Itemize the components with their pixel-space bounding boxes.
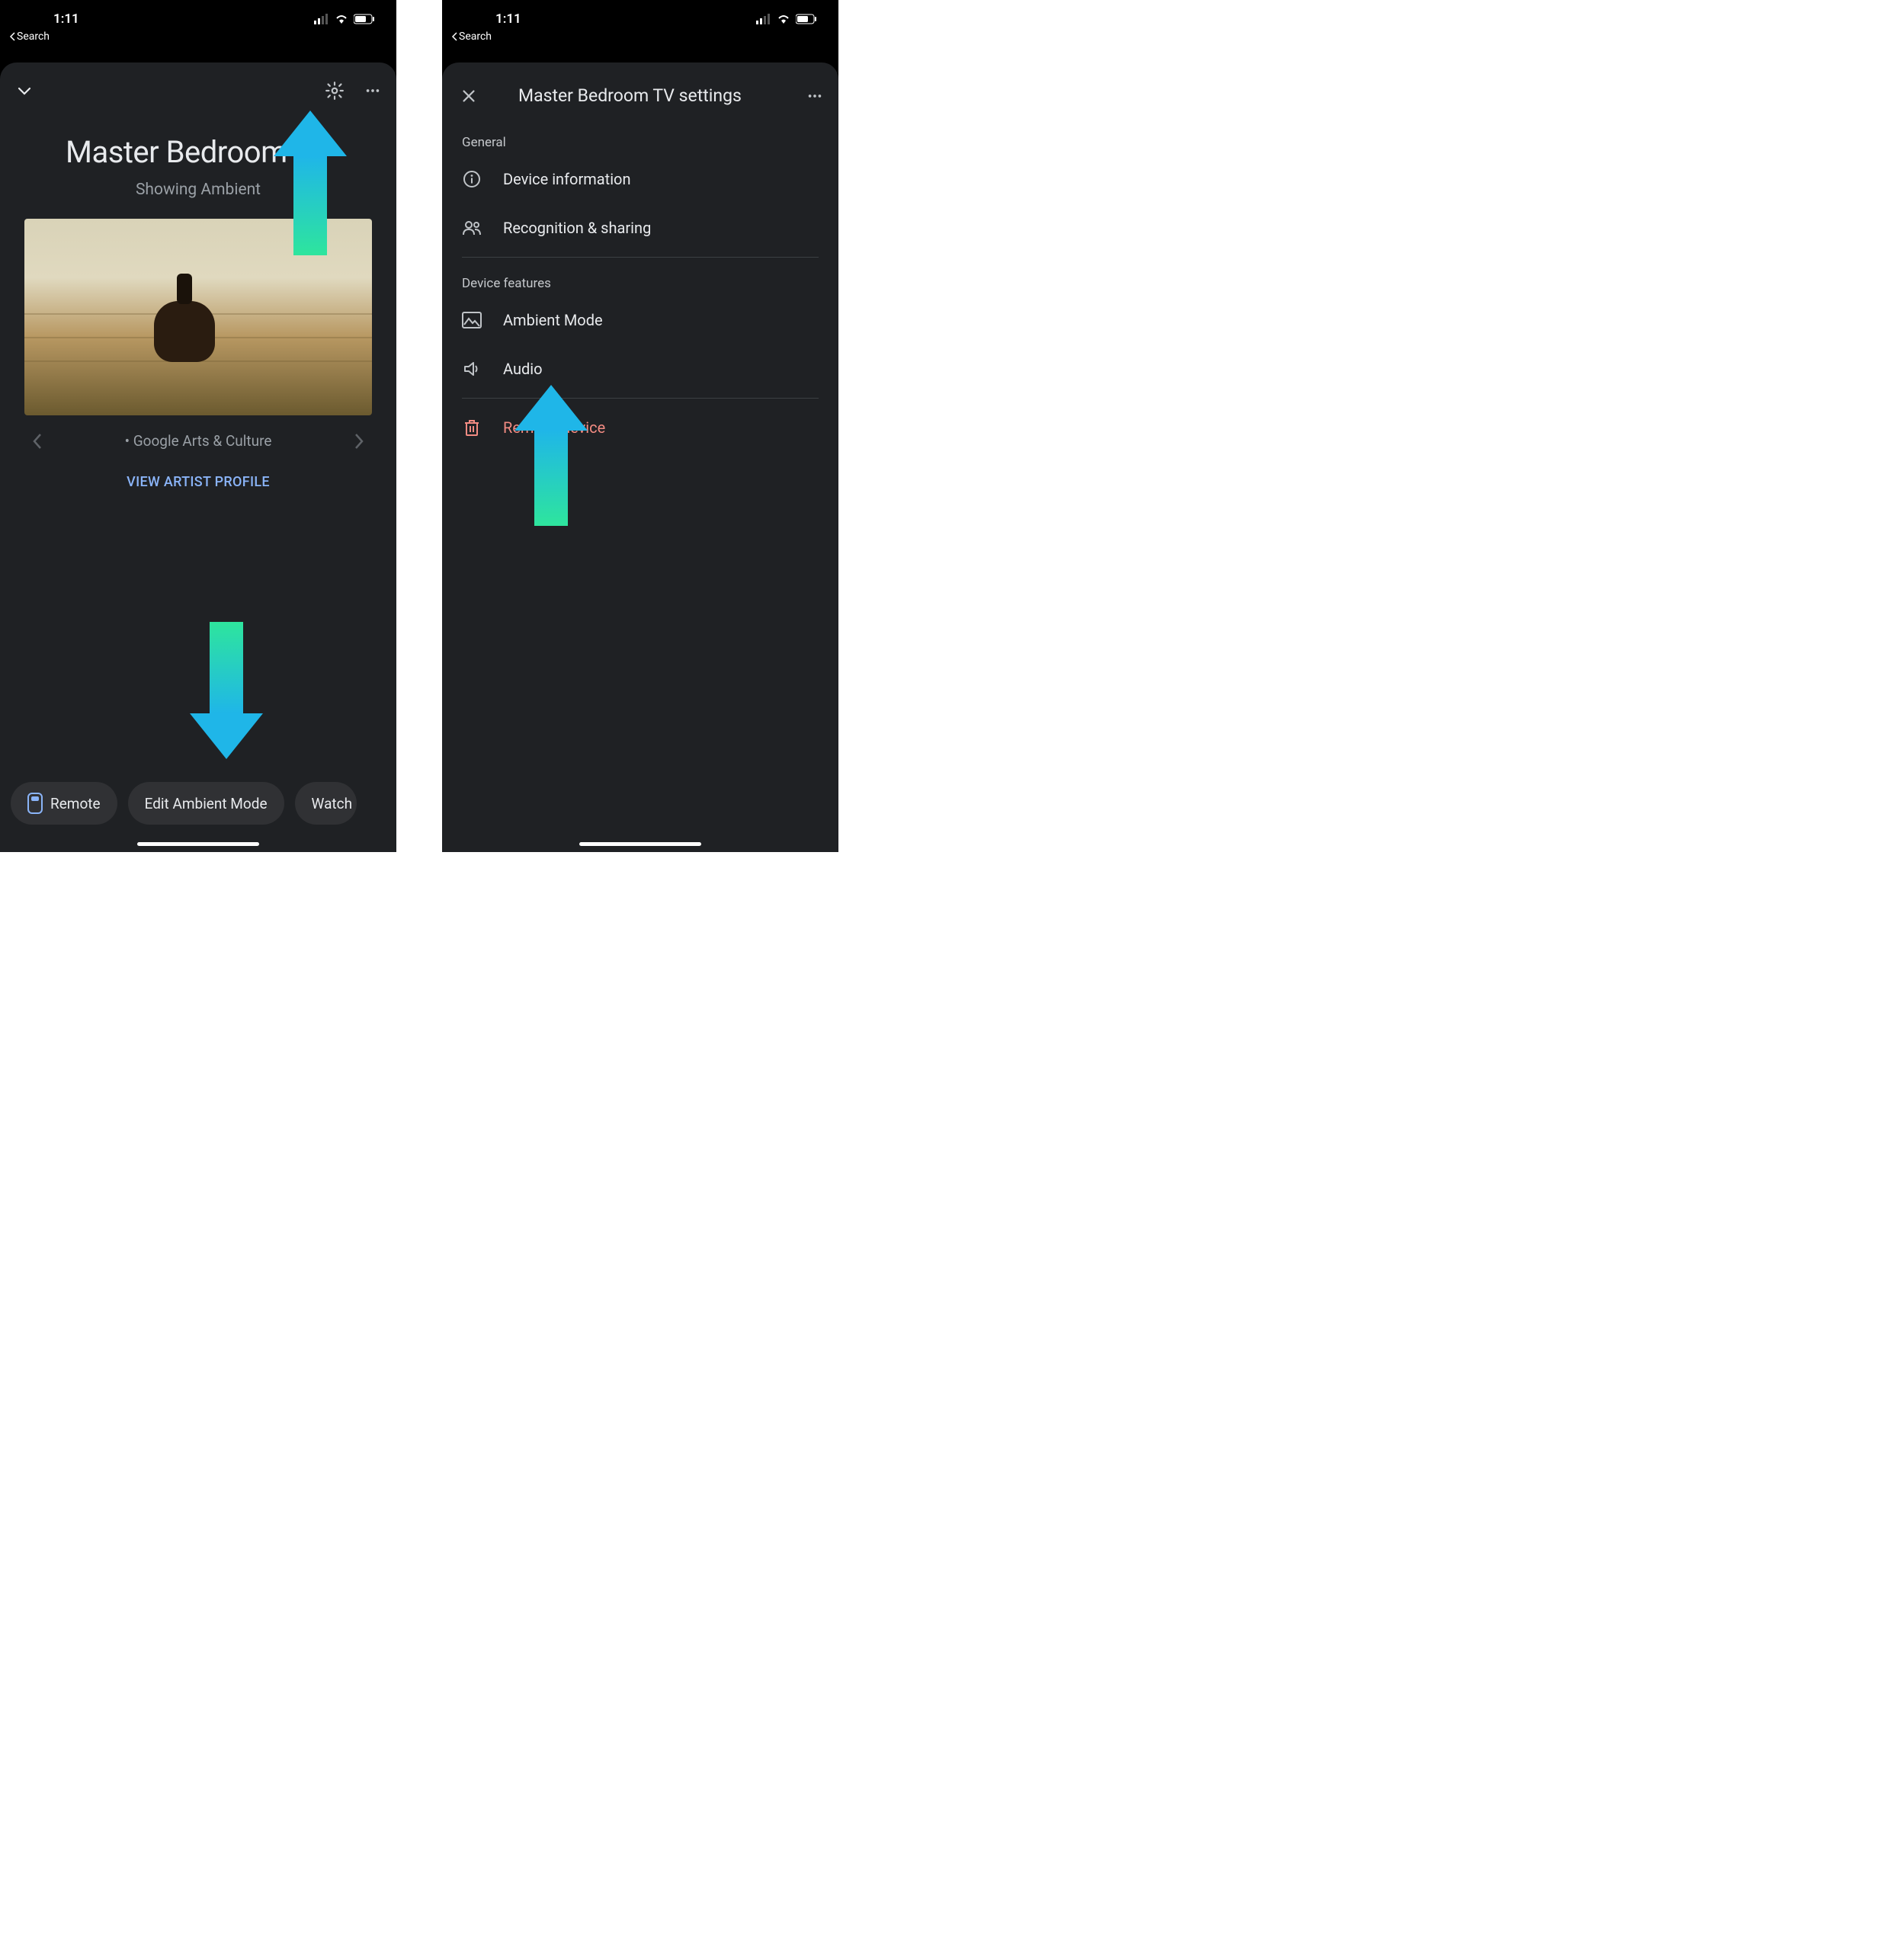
remote-chip-label: Remote [50, 795, 101, 812]
overflow-button[interactable] [806, 88, 823, 104]
settings-item-device-info[interactable]: Device information [442, 155, 838, 203]
settings-item-audio[interactable]: Audio [442, 344, 838, 393]
status-bar: 1:11 [442, 0, 838, 38]
back-label: Search [17, 30, 50, 43]
carousel-row: • Google Arts & Culture [0, 415, 396, 450]
section-features: Device features [442, 262, 838, 296]
cellular-icon [314, 14, 329, 24]
wifi-icon [334, 14, 349, 24]
more-horizontal-icon [364, 82, 381, 99]
remote-chip[interactable]: Remote [11, 782, 117, 825]
settings-item-label: Device information [503, 170, 631, 188]
settings-item-label: Ambient Mode [503, 311, 603, 329]
status-icons [756, 14, 817, 24]
status-time: 1:11 [53, 11, 79, 27]
divider [462, 257, 819, 258]
close-button[interactable] [460, 88, 477, 104]
settings-header: Master Bedroom TV settings [442, 70, 838, 121]
chevron-left-icon [32, 433, 43, 450]
back-caret-icon [451, 32, 457, 41]
settings-item-remove-device[interactable]: Remove device [442, 403, 838, 452]
chevron-right-icon [354, 433, 364, 450]
more-horizontal-icon [806, 88, 823, 104]
settings-item-label: Audio [503, 360, 543, 378]
home-indicator[interactable] [579, 842, 701, 846]
cellular-icon [756, 14, 771, 24]
sheet-header [0, 70, 396, 111]
edit-ambient-chip[interactable]: Edit Ambient Mode [128, 782, 284, 825]
settings-page-title: Master Bedroom TV settings [518, 85, 793, 106]
phone-screen-left: 1:11 Search Master Bedroom TV [0, 0, 396, 852]
artist-link-row: VIEW ARTIST PROFILE [0, 474, 396, 490]
settings-item-recognition[interactable]: Recognition & sharing [442, 203, 838, 252]
edit-ambient-chip-label: Edit Ambient Mode [145, 795, 268, 812]
image-icon [462, 312, 482, 328]
action-chips: Remote Edit Ambient Mode Watch [0, 782, 396, 825]
carousel-next[interactable] [354, 433, 364, 450]
people-icon [462, 219, 482, 237]
battery-icon [354, 14, 375, 24]
status-icons [314, 14, 375, 24]
back-to-search[interactable]: Search [451, 30, 492, 43]
watch-chip[interactable]: Watch [295, 782, 357, 825]
annotation-arrow-gear [276, 111, 345, 255]
home-indicator[interactable] [137, 842, 259, 846]
settings-item-ambient[interactable]: Ambient Mode [442, 296, 838, 344]
artwork-horse [154, 301, 215, 362]
collapse-button[interactable] [15, 82, 34, 100]
overflow-button[interactable] [364, 82, 381, 99]
status-bar: 1:11 [0, 0, 396, 38]
view-artist-profile-link[interactable]: VIEW ARTIST PROFILE [127, 474, 270, 490]
remote-icon [27, 793, 43, 814]
close-icon [460, 88, 477, 104]
trash-icon [462, 418, 482, 437]
phone-screen-right: 1:11 Search Master Bedroom TV settings G… [442, 0, 838, 852]
speaker-icon [462, 360, 482, 378]
carousel-caption: • Google Arts & Culture [125, 432, 272, 450]
status-time: 1:11 [495, 11, 521, 27]
annotation-arrow-chip [192, 622, 261, 759]
carousel-caption-text: Google Arts & Culture [133, 432, 272, 450]
gear-icon [325, 81, 345, 101]
chevron-down-icon [15, 82, 34, 100]
back-to-search[interactable]: Search [9, 30, 50, 43]
settings-button[interactable] [325, 81, 345, 101]
back-caret-icon [9, 32, 15, 41]
section-general: General [442, 121, 838, 155]
info-icon [462, 170, 482, 188]
back-label: Search [459, 30, 492, 43]
settings-sheet: Master Bedroom TV settings General Devic… [442, 62, 838, 852]
battery-icon [796, 14, 817, 24]
carousel-prev[interactable] [32, 433, 43, 450]
wifi-icon [776, 14, 791, 24]
watch-chip-label: Watch [312, 795, 353, 812]
artwork-rider [177, 274, 192, 304]
annotation-arrow-ambient [517, 385, 585, 526]
settings-item-label: Recognition & sharing [503, 219, 651, 237]
